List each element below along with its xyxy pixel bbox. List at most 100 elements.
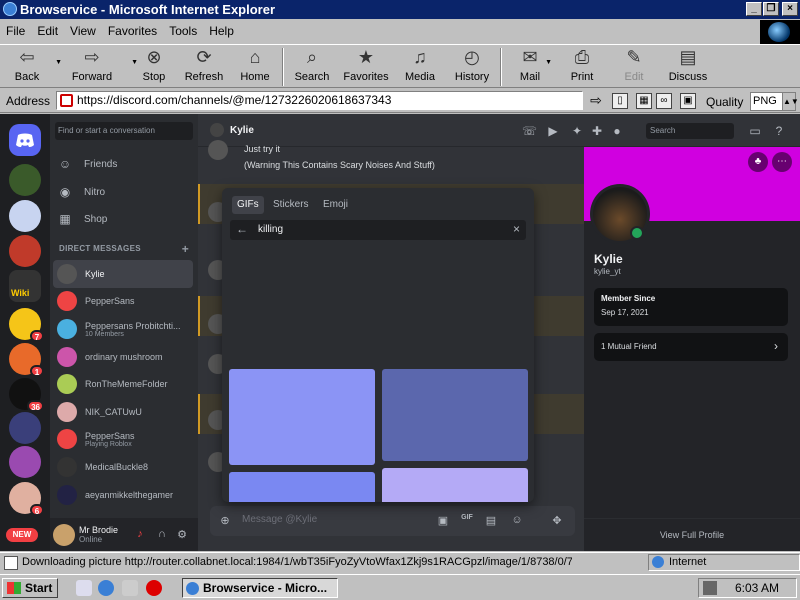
favorites-button[interactable]: ★ Favorites xyxy=(338,45,394,87)
ie-quicklaunch-icon[interactable] xyxy=(98,580,114,596)
nav-nitro[interactable]: ◉ Nitro xyxy=(58,180,105,204)
close-button[interactable]: × xyxy=(782,2,798,16)
outlook-icon[interactable] xyxy=(122,580,138,596)
binoculars-icon[interactable]: ∞ xyxy=(656,93,672,109)
chat-search-input[interactable]: Search xyxy=(646,123,734,139)
create-dm-icon[interactable]: + xyxy=(182,242,189,256)
edit-button[interactable]: ✎ Edit xyxy=(608,45,660,87)
dm-item[interactable]: MedicalBuckle8 xyxy=(53,453,193,481)
stop-button[interactable]: ⊗ Stop xyxy=(130,45,178,87)
taskbar-ie-window[interactable]: Browservice - Micro... xyxy=(182,578,338,598)
sticker-icon[interactable]: ▤ xyxy=(484,514,498,528)
menu-help[interactable]: Help xyxy=(203,24,240,38)
more-icon[interactable]: ⋯ xyxy=(772,152,792,172)
voice-call-icon[interactable]: ☏ xyxy=(522,124,537,138)
media-button[interactable]: ♫ Media xyxy=(394,45,446,87)
dm-item[interactable]: Kylie xyxy=(53,260,193,288)
menu-tools[interactable]: Tools xyxy=(163,24,203,38)
server-icon[interactable]: 1 xyxy=(9,343,44,377)
gif-result[interactable] xyxy=(382,369,528,461)
start-button[interactable]: Start xyxy=(2,578,58,598)
view-full-profile-button[interactable]: View Full Profile xyxy=(584,518,800,551)
server-icon[interactable] xyxy=(9,200,41,232)
profile-icon[interactable]: ● xyxy=(610,124,624,138)
go-arrow-icon[interactable]: ⇨ xyxy=(588,93,604,109)
copy-icon[interactable]: ▣ xyxy=(680,93,696,109)
dm-search-input[interactable]: Find or start a conversation xyxy=(55,122,193,140)
message-input[interactable]: ⊕ Message @Kylie ▣ GIF ▤ ☺ ✥ xyxy=(210,506,575,536)
avatar[interactable] xyxy=(53,523,75,546)
new-badge[interactable]: NEW xyxy=(6,528,38,542)
discuss-button[interactable]: ▤ Discuss xyxy=(660,45,716,87)
clear-search-icon[interactable]: × xyxy=(513,222,520,236)
gif-result[interactable] xyxy=(382,468,528,502)
headphones-icon[interactable]: ∩ xyxy=(156,528,168,540)
nav-friends[interactable]: ☺ Friends xyxy=(58,152,118,176)
help-icon[interactable]: ? xyxy=(772,124,786,138)
settings-gear-icon[interactable]: ⚙ xyxy=(176,528,188,541)
inbox-icon[interactable]: ▭ xyxy=(748,124,762,138)
mutual-friends-card[interactable]: 1 Mutual Friend › xyxy=(594,333,788,361)
dm-item[interactable]: ordinary mushroom xyxy=(53,343,193,371)
network-icon[interactable] xyxy=(703,581,717,595)
bookmark-icon[interactable]: ▯ xyxy=(612,93,628,109)
tab-stickers[interactable]: Stickers xyxy=(268,196,314,214)
avatar xyxy=(57,319,77,339)
gif-search-input[interactable]: ← killing × xyxy=(230,220,526,240)
add-attachment-icon[interactable]: ⊕ xyxy=(218,514,232,528)
back-button[interactable]: ⇦ Back ▼ xyxy=(0,45,62,87)
server-icon[interactable] xyxy=(9,446,41,478)
avatar xyxy=(57,402,77,422)
nav-shop[interactable]: ▦ Shop xyxy=(58,207,107,231)
home-button[interactable]: ⌂ Home xyxy=(230,45,280,87)
dm-item[interactable]: PepperSans xyxy=(53,287,193,315)
menu-view[interactable]: View xyxy=(64,24,102,38)
refresh-button[interactable]: ⟳ Refresh xyxy=(178,45,230,87)
address-input[interactable]: https://discord.com/channels/@me/1273226… xyxy=(56,91,583,110)
dm-item[interactable]: NIK_CATUwU xyxy=(53,398,193,426)
discord-home-icon[interactable] xyxy=(9,124,41,156)
minimize-button[interactable]: _ xyxy=(746,2,762,16)
add-friend-icon[interactable]: ♣ xyxy=(748,152,768,172)
pin-icon[interactable]: ✦ xyxy=(570,124,584,138)
server-icon[interactable]: 6 xyxy=(9,482,44,516)
mail-dropdown-icon[interactable]: ▼ xyxy=(545,59,552,66)
gif-result[interactable] xyxy=(229,472,375,502)
dm-item[interactable]: aeyanmikkelthegamer xyxy=(53,481,193,509)
dm-item[interactable]: Peppersans Probitchti... 10 Members xyxy=(53,315,193,343)
server-icon[interactable] xyxy=(9,235,41,267)
tab-gifs[interactable]: GIFs xyxy=(232,196,264,214)
server-icon[interactable]: 7 xyxy=(9,308,44,342)
gift-icon[interactable]: ▣ xyxy=(436,514,450,528)
apps-icon[interactable]: ✥ xyxy=(550,514,564,528)
opera-icon[interactable] xyxy=(146,580,162,596)
add-friend-icon[interactable]: ✚ xyxy=(590,124,604,138)
back-arrow-icon[interactable]: ← xyxy=(236,222,248,236)
mute-icon[interactable]: ♪ xyxy=(134,528,146,540)
dm-item[interactable]: PepperSans Playing Roblox xyxy=(53,425,193,453)
menu-file[interactable]: File xyxy=(0,24,31,38)
menu-favorites[interactable]: Favorites xyxy=(102,24,163,38)
dm-item[interactable]: RonTheMemeFolder xyxy=(53,370,193,398)
history-button[interactable]: ◴ History xyxy=(446,45,498,87)
gif-result[interactable] xyxy=(229,369,375,465)
search-button[interactable]: ⌕ Search xyxy=(286,45,338,87)
gif-icon[interactable]: GIF xyxy=(460,514,474,528)
quality-select[interactable]: PNG ▲▼ xyxy=(750,92,799,111)
server-icon[interactable] xyxy=(9,164,41,196)
video-call-icon[interactable]: ▶ xyxy=(546,124,560,138)
show-desktop-icon[interactable] xyxy=(76,580,92,596)
tab-emoji[interactable]: Emoji xyxy=(318,196,353,214)
forward-button[interactable]: ⇨ Forward ▼ xyxy=(54,45,138,87)
page-icon xyxy=(60,94,73,107)
quality-spinner-icon[interactable]: ▲▼ xyxy=(782,93,799,110)
mail-button[interactable]: ✉ Mail ▼ xyxy=(504,45,556,87)
print-button[interactable]: ⎙ Print xyxy=(556,45,608,87)
maximize-button[interactable]: ❐ xyxy=(763,2,779,16)
server-wiki[interactable]: Wiki xyxy=(9,270,41,302)
menu-edit[interactable]: Edit xyxy=(31,24,64,38)
emoji-icon[interactable]: ☺ xyxy=(510,514,524,528)
server-icon[interactable] xyxy=(9,412,41,444)
clipboard-icon[interactable]: ▦ xyxy=(636,93,652,109)
server-icon[interactable]: 36 xyxy=(9,378,44,412)
